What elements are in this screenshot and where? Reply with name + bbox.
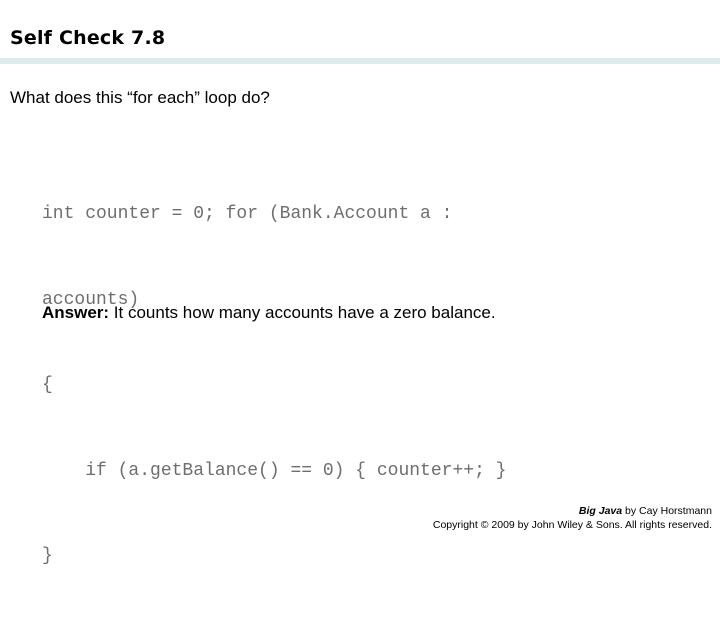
answer-text: Answer: It counts how many accounts have… (42, 303, 496, 323)
answer-body: It counts how many accounts have a zero … (109, 303, 496, 322)
page-title: Self Check 7.8 (10, 27, 166, 49)
footer: Big Java by Cay Horstmann Copyright © 20… (433, 504, 712, 532)
code-line: { (42, 375, 53, 395)
slide-canvas: Self Check 7.8 What does this “for each”… (0, 0, 720, 566)
code-block: int counter = 0; for (Bank.Account a : a… (42, 143, 506, 628)
answer-label: Answer: (42, 303, 110, 322)
footer-attribution: Big Java by Cay Horstmann (433, 504, 712, 518)
code-line: } (42, 546, 53, 566)
code-line: int counter = 0; for (Bank.Account a : (42, 204, 453, 224)
question-text: What does this “for each” loop do? (10, 88, 270, 107)
code-line: if (a.getBalance() == 0) { counter++; } (42, 460, 507, 481)
footer-byline: by Cay Horstmann (622, 505, 712, 517)
footer-copyright: Copyright © 2009 by John Wiley & Sons. A… (432, 519, 712, 531)
title-divider (0, 58, 720, 64)
footer-book-title: Big Java (578, 505, 623, 517)
